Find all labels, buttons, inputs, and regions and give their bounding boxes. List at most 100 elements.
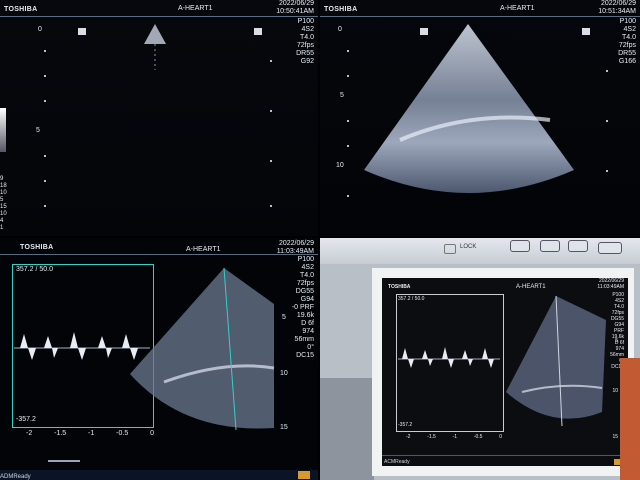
velocity-scale-bottom: -357.2 — [398, 422, 413, 428]
left-value: 5 — [0, 197, 4, 203]
depth-tick — [44, 205, 46, 207]
depth-mark-5: 5 — [340, 92, 344, 99]
depth-tick — [44, 180, 46, 182]
left-value: 4 — [0, 218, 4, 224]
time-tick: -2 — [26, 430, 33, 437]
ultrasound-panel-1: TOSHIBA A-HEART1 2022/06/29 10:50:41AM 0… — [0, 0, 318, 236]
status-bar — [382, 455, 628, 466]
param-5: DR55 — [618, 50, 636, 57]
time-tick: -2 — [406, 434, 411, 440]
parameter-list: P100 4S2 T4.0 72fps DR55 G166 — [618, 18, 636, 66]
doppler-waveform — [398, 347, 500, 368]
velocity-scale-top: 357.2 / 50.0 — [398, 296, 425, 302]
left-value: 9 — [0, 176, 4, 182]
progress-bar — [48, 460, 80, 462]
depth-tick — [347, 120, 349, 122]
time-tick: -1 — [452, 434, 458, 440]
param-6: G166 — [618, 58, 636, 65]
depth-tick — [44, 100, 46, 102]
exam-title: A-HEART1 — [186, 246, 221, 253]
depth-tick — [347, 145, 349, 147]
ultrasound-panel-4: LOCK TOSHIBA A-HEART1 2022/06/29 11:03:4… — [320, 238, 640, 480]
depth-tick — [270, 110, 272, 112]
datetime: 2022/06/29 10:51:34AM — [598, 0, 636, 16]
exam-title: A-HEART1 — [500, 5, 535, 12]
header-bar — [320, 0, 640, 17]
time-label: 11:03:49AM — [276, 248, 314, 255]
lock-icon[interactable] — [444, 244, 456, 254]
time-tick: 0 — [499, 434, 502, 440]
depth-tick — [347, 75, 349, 77]
param-3: T4.0 — [299, 34, 314, 41]
status-text: ACMReady — [384, 459, 410, 465]
scan-sector — [506, 295, 606, 427]
exam-title: A-HEART1 — [178, 5, 213, 12]
depth-mark-10: 10 — [336, 162, 344, 169]
param-2: 4S2 — [301, 264, 314, 271]
depth-tick — [44, 155, 46, 157]
left-value: 10 — [0, 211, 7, 217]
probe-orientation-icon — [420, 28, 428, 35]
depth-tick — [606, 70, 608, 72]
depth-tick — [347, 50, 349, 52]
brand-label: TOSHIBA — [20, 244, 54, 251]
depth-tick — [606, 120, 608, 122]
knob-button[interactable] — [568, 240, 588, 252]
depth-tick — [270, 205, 272, 207]
knob-button[interactable] — [540, 240, 560, 252]
focus-marker-icon — [582, 28, 590, 35]
param-1: P100 — [297, 256, 314, 263]
date-label: 2022/06/29 — [600, 0, 636, 7]
exam-title: A-HEART1 — [516, 284, 546, 290]
depth-mark-10: 10 — [612, 388, 618, 394]
knob-button[interactable] — [510, 240, 530, 252]
depth-tick — [270, 160, 272, 162]
scan-sector — [364, 24, 574, 193]
depth-mark-0: 0 — [38, 26, 42, 33]
param-8: 19.6k — [296, 312, 314, 319]
velocity-scale-top: 357.2 / 50.0 — [16, 266, 53, 273]
param-3: T4.0 — [299, 272, 314, 279]
parameter-list: P100 4S2 T4.0 72fps DR55 G92 — [296, 18, 314, 66]
param-10: 974 — [302, 328, 314, 335]
time-tick: -0.5 — [473, 434, 483, 440]
depth-mark-10: 10 — [280, 370, 288, 377]
brand-label: TOSHIBA — [388, 284, 411, 290]
time-tick: -1.5 — [427, 434, 436, 440]
param-11: 56mm — [294, 336, 314, 343]
datetime: 2022/06/29 11:03:49AM — [597, 278, 624, 290]
datetime: 2022/06/29 10:50:41AM — [276, 0, 314, 16]
ultrasound-panel-2: TOSHIBA A-HEART1 2022/06/29 10:51:34AM 0… — [320, 0, 640, 236]
param-6: G94 — [300, 296, 314, 303]
param-1: P100 — [619, 18, 636, 25]
depth-mark-5: 5 — [282, 314, 286, 321]
background-object — [620, 358, 640, 480]
param-2: 4S2 — [623, 26, 636, 33]
time-tick: -1.5 — [54, 430, 67, 437]
grayscale-bar — [0, 108, 6, 152]
time-label: 10:51:34AM — [598, 8, 636, 15]
param-2: 4S2 — [301, 26, 314, 33]
depth-tick — [44, 50, 46, 52]
param-9: D 6f — [301, 320, 314, 327]
param-4: 72fps — [296, 280, 314, 287]
depth-tick — [270, 60, 272, 62]
left-values: 9 18 10 5 15 10 4 1 — [0, 176, 7, 232]
brand-label: TOSHIBA — [4, 6, 38, 13]
lock-label: LOCK — [460, 244, 477, 250]
depth-mark-0: 0 — [338, 26, 342, 33]
printout-image: TOSHIBA A-HEART1 2022/06/29 11:03:49AM 3… — [382, 278, 628, 466]
left-value: 18 — [0, 183, 7, 189]
header-bar — [0, 0, 318, 17]
knob-button[interactable] — [598, 242, 622, 254]
freeze-indicator-icon[interactable] — [298, 471, 310, 479]
left-value: 15 — [0, 204, 7, 210]
depth-tick — [347, 195, 349, 197]
scan-sector — [130, 267, 275, 431]
time-label: 10:50:41AM — [276, 8, 314, 15]
param-3: T4.0 — [621, 34, 636, 41]
param-7: -0 PRF — [291, 304, 314, 311]
machine-top — [320, 238, 640, 264]
param-4: 72fps — [296, 42, 314, 49]
date-label: 2022/06/29 — [278, 240, 314, 247]
